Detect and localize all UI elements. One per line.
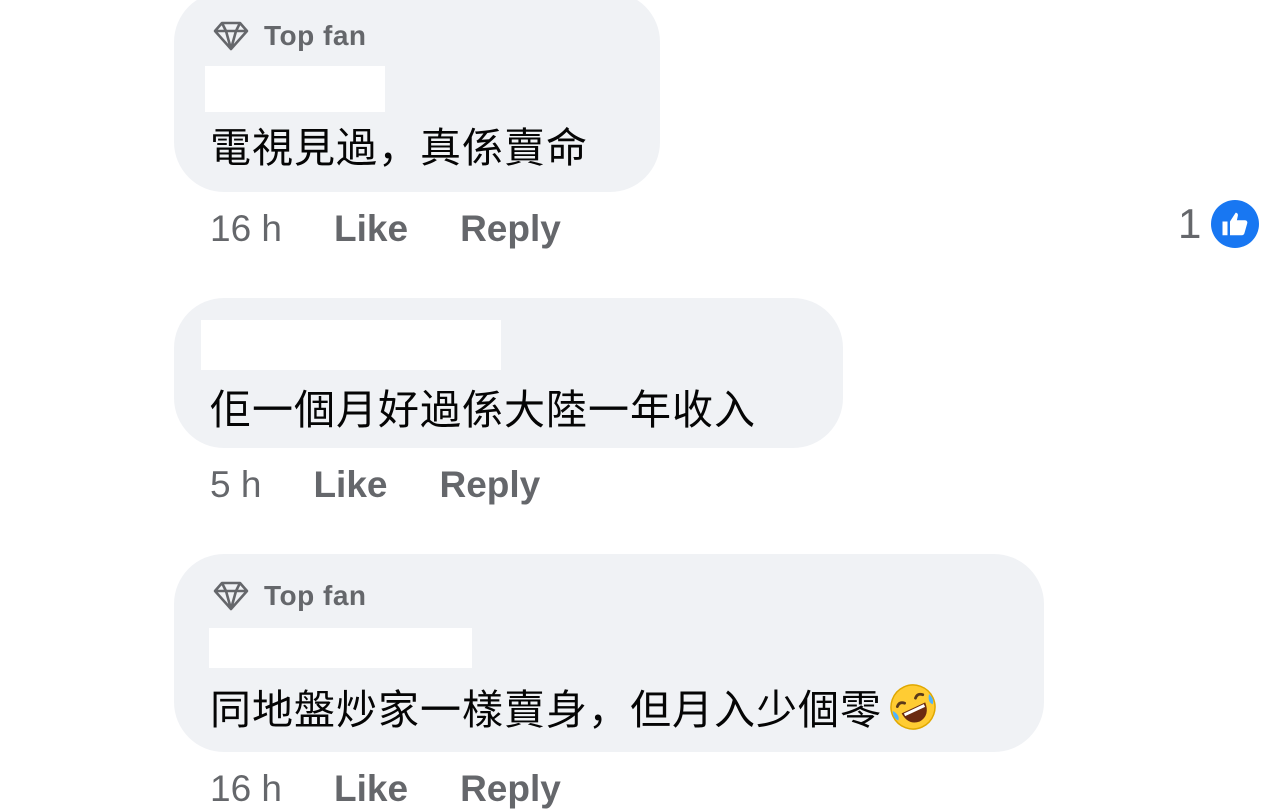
comment-actions: 16 h Like Reply (210, 208, 561, 250)
top-fan-badge: Top fan (212, 20, 367, 52)
like-button[interactable]: Like (313, 464, 387, 506)
reaction-summary[interactable]: 1 (1178, 200, 1260, 248)
redacted-author-name[interactable] (205, 66, 385, 112)
comment-text: 佢一個月好過係大陸一年收入 (210, 386, 756, 434)
top-fan-label: Top fan (264, 20, 367, 51)
comment-bubble[interactable]: Top fan 電視見過，真係賣命 (174, 0, 660, 192)
redacted-author-name[interactable] (201, 320, 501, 370)
top-fan-badge: Top fan (212, 580, 367, 612)
thumbs-up-icon (1211, 200, 1260, 248)
diamond-icon (212, 20, 250, 52)
redacted-author-name[interactable] (209, 628, 472, 668)
reply-button[interactable]: Reply (460, 208, 561, 250)
comment-bubble[interactable]: Top fan 同地盤炒家一樣賣身，但月入少個零 (174, 554, 1044, 752)
comment-text: 電視見過，真係賣命 (210, 124, 588, 172)
comment-timestamp[interactable]: 16 h (210, 208, 282, 250)
reaction-count: 1 (1178, 200, 1202, 247)
diamond-icon (212, 580, 250, 612)
reply-button[interactable]: Reply (460, 768, 561, 810)
rolling-on-floor-laughing-emoji (888, 682, 938, 732)
like-button[interactable]: Like (334, 208, 408, 250)
comment-bubble[interactable]: 佢一個月好過係大陸一年收入 (174, 298, 843, 448)
comment-timestamp[interactable]: 5 h (210, 464, 261, 506)
comment-actions: 16 h Like Reply (210, 768, 561, 810)
like-button[interactable]: Like (334, 768, 408, 810)
comment-actions: 5 h Like Reply (210, 464, 540, 506)
reply-button[interactable]: Reply (439, 464, 540, 506)
top-fan-label: Top fan (264, 580, 367, 611)
comment-timestamp[interactable]: 16 h (210, 768, 282, 810)
comment-text-body: 同地盤炒家一樣賣身，但月入少個零 (210, 686, 882, 734)
comment-thread: Top fan 電視見過，真係賣命 16 h Like Reply 1 佢一個月… (0, 0, 1284, 811)
comment-text: 同地盤炒家一樣賣身，但月入少個零 (210, 676, 938, 736)
